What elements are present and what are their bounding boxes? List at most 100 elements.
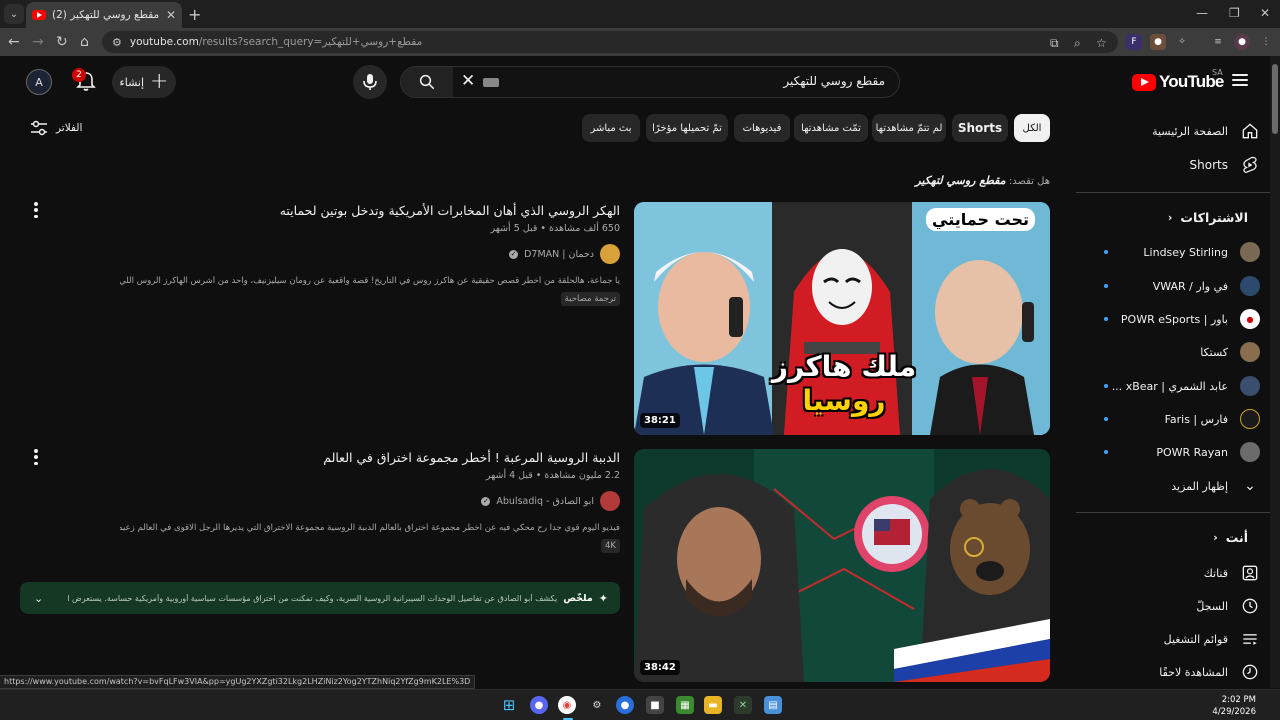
more-actions-icon[interactable] [34,202,38,218]
chrome-icon[interactable]: ◉ [558,696,576,714]
sidebar-item-history[interactable]: السجلّ [1084,589,1260,623]
video-thumbnail[interactable]: تحت حمايتي ملك هاكرز روسيا 38:21 [634,202,1050,435]
sidebar-subscription[interactable]: في وار / VWAR [1084,269,1260,303]
chevron-left-icon: ‹ [1213,531,1218,544]
more-actions-icon[interactable] [34,449,38,465]
restore-button[interactable]: ❐ [1229,6,1240,20]
bookmark-star-icon[interactable]: ☆ [1096,36,1107,50]
extensions-puzzle-icon[interactable]: ✧ [1174,34,1190,50]
settings-gear-icon[interactable]: ⚙ [588,696,606,714]
playlists-icon [1243,634,1257,645]
channel-avatar[interactable] [600,491,620,511]
channel-row[interactable]: ابو الصادق - Abulsadiq ✓ [120,491,620,511]
subscriptions-heading[interactable]: الاشتراكات ‹ [1168,210,1248,225]
file-explorer-icon[interactable]: ▬ [704,696,722,714]
did-you-mean: هل تقصد: مقطع روسي لتهكير [915,174,1050,187]
account-avatar[interactable]: A [26,69,52,95]
channel-name[interactable]: ابو الصادق - Abulsadiq [496,496,594,507]
sidebar-subscription[interactable]: Lindsey Stirling [1084,235,1260,269]
reload-button[interactable]: ↻ [56,34,68,50]
profile-avatar-icon[interactable]: ● [1234,34,1250,50]
video-title[interactable]: الدببة الروسية المرعبة ! أخطر مجموعة اخت… [120,449,620,467]
chip-videos[interactable]: فيديوهات [734,114,790,142]
channel-row[interactable]: دحمان | D7MAN ✓ [120,244,620,264]
create-button[interactable]: + إنشاء [112,66,176,98]
filters-label: الفلاتر [56,122,83,134]
chip-watched[interactable]: تمّت مشاهدتها [794,114,868,142]
new-content-dot [1104,317,1108,321]
channel-avatar [1240,376,1260,396]
video-title[interactable]: الهكر الروسي الذي أهان المخابرات الأمريك… [120,202,620,220]
sidebar-item-your-channel[interactable]: قناتك [1084,556,1260,590]
browser-menu-icon[interactable]: ⋮ [1258,34,1274,50]
forward-button[interactable]: → [32,34,44,50]
channel-avatar [1240,342,1260,362]
tab-close-icon[interactable]: ✕ [166,8,176,22]
excel-icon[interactable]: ✕ [734,696,752,714]
ai-summary-bar[interactable]: ✦ ملخّص يكشف أبو الصادق عن تفاصيل الوحدا… [20,582,620,614]
sidebar-subscription[interactable]: عابد الشمري | xBear ... [1084,369,1260,403]
keyboard-icon[interactable] [483,78,499,87]
install-app-icon[interactable]: ⧉ [1050,36,1059,51]
browser-tab[interactable]: (2) مقطع روسي للتهكير - YouTube ✕ [26,2,182,28]
minimize-button[interactable]: — [1196,6,1208,20]
sidebar-item-watch-later[interactable]: المشاهدة لاحقًا [1084,655,1260,689]
browser-app-icon[interactable]: ● [616,696,634,714]
sidebar-divider [1076,192,1270,193]
clear-search-icon[interactable]: ✕ [461,71,475,91]
game-app-icon[interactable]: ▦ [676,696,694,714]
sidebar-subscription[interactable]: ● باور | POWR eSports [1084,302,1260,336]
back-button[interactable]: ← [8,34,20,50]
extension-f-icon[interactable]: F [1126,34,1142,50]
search-input[interactable]: ✕ مقطع روسي للتهكير [400,66,900,98]
close-window-button[interactable]: ✕ [1260,6,1270,20]
system-clock[interactable]: 2:02 PM 4/29/2026 [1212,694,1256,718]
sidebar-item-home[interactable]: الصفحة الرئيسية [1084,114,1260,148]
channel-avatar [1240,409,1260,429]
sidebar-subscription[interactable]: فارس | Faris [1084,402,1260,436]
youtube-header: YouTube SA ✕ مقطع روسي للتهكير + إنشاء 2… [0,56,1270,108]
sidebar-item-playlists[interactable]: قوائم التشغيل [1084,622,1260,656]
site-info-icon[interactable]: ⚙ [112,36,122,49]
windows-start-icon[interactable]: ⊞ [500,696,518,714]
voice-search-button[interactable] [353,65,387,99]
media-app-icon[interactable]: ■ [646,696,664,714]
extension-cookie-icon[interactable]: ● [1150,34,1166,50]
did-you-mean-link[interactable]: مقطع روسي لتهكير [915,174,1005,187]
notepad-icon[interactable]: ▤ [764,696,782,714]
search-button[interactable] [401,67,453,97]
chevron-down-icon[interactable]: ⌄ [34,592,43,605]
tab-search-button[interactable]: ⌄ [4,4,24,24]
channel-avatar[interactable] [600,244,620,264]
sidebar-item-shorts[interactable]: Shorts [1084,148,1260,182]
chip-live[interactable]: بث مباشر [582,114,640,142]
chip-recently-uploaded[interactable]: تمّ تحميلها مؤخرًا [646,114,728,142]
chevron-down-icon: ⌄ [1244,478,1256,494]
chip-all[interactable]: الكل [1014,114,1050,142]
chip-shorts[interactable]: Shorts [952,114,1008,142]
sidebar-subscription[interactable]: كستكا [1084,335,1260,369]
sidebar-show-more[interactable]: ⌄ إظهار المزيد [1084,469,1260,503]
new-tab-button[interactable]: + [188,5,201,24]
new-content-dot [1104,284,1108,288]
home-icon[interactable]: ⌂ [80,34,89,50]
page-scrollbar[interactable] [1270,56,1280,688]
guide-menu-icon[interactable] [1232,74,1248,86]
channel-avatar [1240,242,1260,262]
address-bar[interactable]: ⚙ youtube.com/results?search_query=مقطع+… [102,31,1118,53]
discord-icon[interactable]: ● [530,696,548,714]
shorts-icon [1243,156,1257,174]
sidebar-subscription[interactable]: POWR Rayan [1084,435,1260,469]
filters-button[interactable]: الفلاتر [30,120,82,136]
video-thumbnail[interactable]: 38:42 [634,449,1050,682]
zoom-icon[interactable]: ⌕ [1074,36,1081,51]
youtube-logo[interactable]: YouTube [1132,72,1224,92]
channel-name[interactable]: دحمان | D7MAN [524,249,594,260]
scrollbar-thumb[interactable] [1272,64,1278,134]
you-heading[interactable]: أنت ‹ [1213,530,1248,545]
video-duration: 38:42 [640,660,680,675]
video-result-details: الهكر الروسي الذي أهان المخابرات الأمريك… [120,202,620,306]
video-description: يا جماعة، هالحلقة من أخطر قصص حقيقية عن … [120,276,620,286]
chip-unwatched[interactable]: لم تتمّ مشاهدتها [872,114,946,142]
reading-list-icon[interactable]: ≡ [1210,34,1226,50]
